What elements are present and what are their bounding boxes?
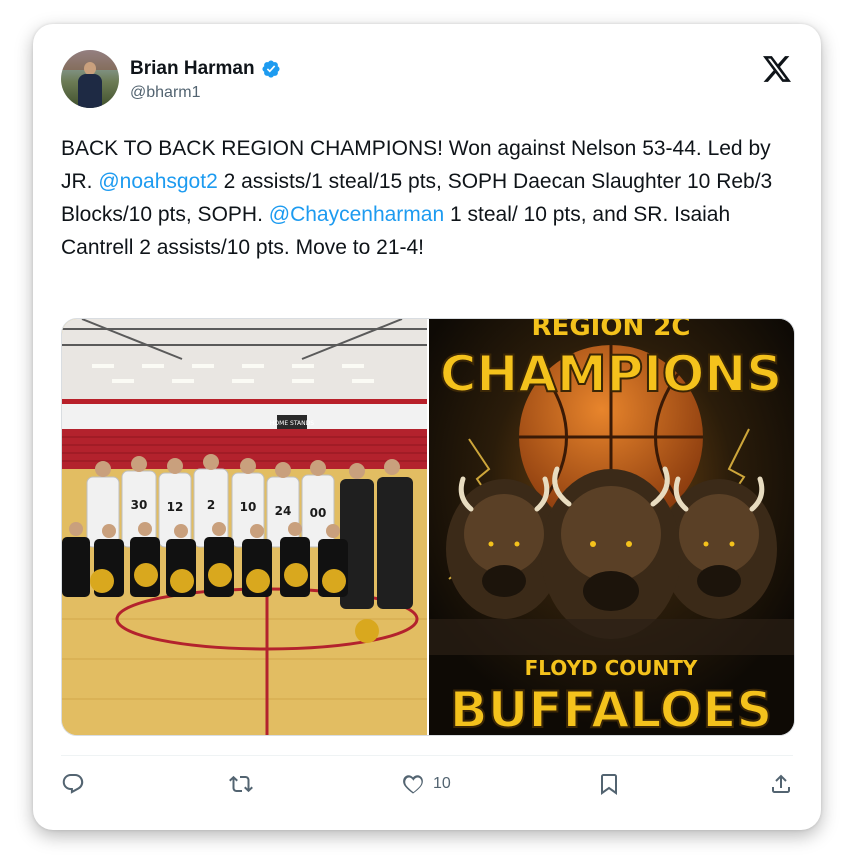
share-button[interactable] <box>769 772 793 796</box>
like-button[interactable]: 10 <box>401 772 451 796</box>
mention-link[interactable]: @Chaycenharman <box>269 203 444 226</box>
jersey-number: 12 <box>167 500 184 514</box>
media-grid: HOME STANDS 30 12 2 10 24 00 REGION 2C C… <box>61 318 795 736</box>
repost-button[interactable] <box>229 772 253 796</box>
author-display-name[interactable]: Brian Harman <box>130 58 255 80</box>
tweet-text: BACK TO BACK REGION CHAMPIONS! Won again… <box>61 132 797 264</box>
champions-poster-illustration: REGION 2C CHAMPIONS FLOYD COUNTY BUFFALO… <box>429 319 794 735</box>
bookmark-icon <box>601 774 617 795</box>
team-photo-image[interactable]: HOME STANDS 30 12 2 10 24 00 <box>62 319 427 735</box>
like-count: 10 <box>433 775 451 792</box>
poster-champions-text: CHAMPIONS <box>440 345 783 403</box>
jersey-number: 24 <box>275 504 292 518</box>
reply-icon <box>62 774 84 794</box>
action-divider <box>61 755 793 756</box>
jersey-number: 10 <box>240 500 257 514</box>
wall-sign: HOME STANDS <box>270 420 314 427</box>
heart-icon <box>403 775 423 794</box>
tweet-card: Brian Harman @bharm1 BACK TO BACK REGION… <box>33 24 821 830</box>
avatar-person-body <box>78 74 102 108</box>
jersey-number: 2 <box>207 498 215 512</box>
mention-link[interactable]: @noahsgot2 <box>98 170 217 193</box>
team-photo-illustration: HOME STANDS 30 12 2 10 24 00 <box>62 319 427 735</box>
poster-county-text: FLOYD COUNTY <box>525 656 698 680</box>
x-logo-icon[interactable] <box>763 56 791 82</box>
champions-poster-image[interactable]: REGION 2C CHAMPIONS FLOYD COUNTY BUFFALO… <box>429 319 794 735</box>
verified-badge-icon <box>262 60 280 78</box>
repost-icon <box>229 775 253 793</box>
poster-region-text: REGION 2C <box>532 319 691 342</box>
jersey-number: 00 <box>310 506 327 520</box>
bookmark-button[interactable] <box>597 772 621 796</box>
tweet-actions: 10 <box>61 772 793 800</box>
share-icon <box>772 774 790 793</box>
author-name-row: Brian Harman <box>130 58 281 80</box>
author-avatar[interactable] <box>61 50 119 108</box>
author-handle[interactable]: @bharm1 <box>130 84 201 102</box>
jersey-number: 30 <box>131 498 148 512</box>
poster-buffaloes-text: BUFFALOES <box>450 681 773 735</box>
reply-button[interactable] <box>61 772 85 796</box>
